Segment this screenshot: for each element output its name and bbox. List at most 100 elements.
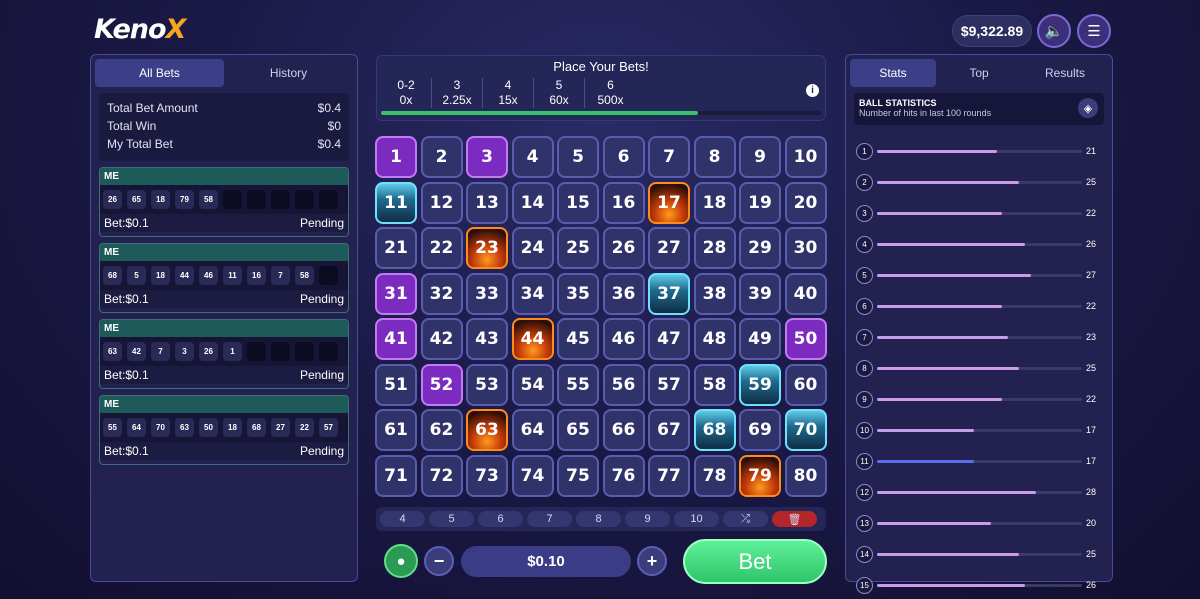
keno-cell-57[interactable]: 57: [648, 363, 690, 406]
decrease-bet-button[interactable]: −: [424, 546, 454, 576]
keno-cell-50[interactable]: 50: [784, 318, 827, 360]
sound-button[interactable]: 🔈: [1037, 14, 1071, 48]
keno-cell-58[interactable]: 58: [693, 363, 736, 406]
keno-cell-18[interactable]: 18: [693, 181, 736, 224]
keno-cell-76[interactable]: 76: [602, 454, 645, 497]
keno-cell-62[interactable]: 62: [420, 409, 463, 451]
tab-stats[interactable]: Stats: [850, 59, 936, 87]
keno-cell-39[interactable]: 39: [739, 272, 781, 315]
keno-cell-20[interactable]: 20: [784, 181, 827, 224]
keno-cell-68[interactable]: 68: [693, 409, 736, 451]
keno-cell-21[interactable]: 21: [375, 227, 417, 269]
bet-button[interactable]: Bet: [683, 539, 827, 584]
keno-cell-35[interactable]: 35: [557, 272, 599, 315]
keno-cell-55[interactable]: 55: [557, 363, 599, 406]
keno-cell-46[interactable]: 46: [602, 318, 645, 360]
keno-cell-34[interactable]: 34: [511, 272, 554, 315]
keno-cell-5[interactable]: 5: [557, 136, 599, 178]
tab-all-bets[interactable]: All Bets: [95, 59, 224, 87]
keno-cell-73[interactable]: 73: [466, 454, 508, 497]
keno-cell-9[interactable]: 9: [739, 136, 781, 178]
shuffle-icon[interactable]: ⤮: [723, 511, 768, 527]
keno-cell-52[interactable]: 52: [420, 363, 463, 406]
keno-cell-41[interactable]: 41: [375, 318, 417, 360]
keno-cell-71[interactable]: 71: [375, 454, 417, 497]
keno-cell-2[interactable]: 2: [420, 136, 463, 178]
bet-amount-input[interactable]: $0.10: [461, 546, 631, 577]
keno-cell-1[interactable]: 1: [375, 136, 417, 178]
keno-cell-67[interactable]: 67: [648, 409, 690, 451]
keno-cell-80[interactable]: 80: [784, 454, 827, 497]
keno-cell-63[interactable]: 63: [466, 409, 508, 451]
keno-cell-32[interactable]: 32: [420, 272, 463, 315]
keno-cell-25[interactable]: 25: [557, 227, 599, 269]
keno-cell-37[interactable]: 37: [648, 272, 690, 315]
keno-cell-54[interactable]: 54: [511, 363, 554, 406]
keno-cell-72[interactable]: 72: [420, 454, 463, 497]
keno-cell-26[interactable]: 26: [602, 227, 645, 269]
quick-pick-4[interactable]: 4: [380, 511, 425, 527]
keno-cell-59[interactable]: 59: [739, 363, 781, 406]
keno-cell-51[interactable]: 51: [375, 363, 417, 406]
keno-cell-79[interactable]: 79: [739, 454, 781, 497]
keno-cell-42[interactable]: 42: [420, 318, 463, 360]
keno-cell-66[interactable]: 66: [602, 409, 645, 451]
quick-pick-8[interactable]: 8: [576, 511, 621, 527]
keno-cell-47[interactable]: 47: [648, 318, 690, 360]
quick-pick-5[interactable]: 5: [429, 511, 474, 527]
keno-cell-53[interactable]: 53: [466, 363, 508, 406]
keno-cell-14[interactable]: 14: [511, 181, 554, 224]
keno-cell-7[interactable]: 7: [648, 136, 690, 178]
keno-cell-23[interactable]: 23: [466, 227, 508, 269]
keno-cell-75[interactable]: 75: [557, 454, 599, 497]
keno-cell-45[interactable]: 45: [557, 318, 599, 360]
keno-cell-12[interactable]: 12: [420, 181, 463, 224]
quick-pick-10[interactable]: 10: [674, 511, 719, 527]
keno-cell-61[interactable]: 61: [375, 409, 417, 451]
increase-bet-button[interactable]: +: [637, 546, 667, 576]
keno-cell-29[interactable]: 29: [739, 227, 781, 269]
keno-cell-30[interactable]: 30: [784, 227, 827, 269]
layers-icon[interactable]: ◈: [1078, 98, 1098, 118]
keno-cell-74[interactable]: 74: [511, 454, 554, 497]
keno-cell-48[interactable]: 48: [693, 318, 736, 360]
keno-cell-11[interactable]: 11: [375, 181, 417, 224]
keno-cell-38[interactable]: 38: [693, 272, 736, 315]
keno-cell-28[interactable]: 28: [693, 227, 736, 269]
keno-cell-22[interactable]: 22: [420, 227, 463, 269]
info-icon[interactable]: i: [806, 84, 819, 97]
trash-icon[interactable]: 🗑: [772, 511, 817, 527]
tab-history[interactable]: History: [224, 59, 353, 87]
keno-cell-40[interactable]: 40: [784, 272, 827, 315]
quick-pick-9[interactable]: 9: [625, 511, 670, 527]
tab-top[interactable]: Top: [936, 59, 1022, 87]
keno-cell-10[interactable]: 10: [784, 136, 827, 178]
keno-cell-13[interactable]: 13: [466, 181, 508, 224]
keno-cell-24[interactable]: 24: [511, 227, 554, 269]
keno-cell-64[interactable]: 64: [511, 409, 554, 451]
keno-cell-3[interactable]: 3: [466, 136, 508, 178]
keno-cell-19[interactable]: 19: [739, 181, 781, 224]
keno-cell-31[interactable]: 31: [375, 272, 417, 315]
keno-cell-6[interactable]: 6: [602, 136, 645, 178]
keno-cell-49[interactable]: 49: [739, 318, 781, 360]
keno-cell-77[interactable]: 77: [648, 454, 690, 497]
keno-cell-33[interactable]: 33: [466, 272, 508, 315]
keno-cell-4[interactable]: 4: [511, 136, 554, 178]
menu-button[interactable]: ☰: [1077, 14, 1111, 48]
keno-cell-56[interactable]: 56: [602, 363, 645, 406]
keno-cell-70[interactable]: 70: [784, 409, 827, 451]
keno-cell-60[interactable]: 60: [784, 363, 827, 406]
keno-cell-36[interactable]: 36: [602, 272, 645, 315]
keno-cell-15[interactable]: 15: [557, 181, 599, 224]
quick-pick-7[interactable]: 7: [527, 511, 572, 527]
keno-cell-16[interactable]: 16: [602, 181, 645, 224]
keno-cell-65[interactable]: 65: [557, 409, 599, 451]
keno-cell-43[interactable]: 43: [466, 318, 508, 360]
chips-button[interactable]: ●: [384, 544, 418, 578]
quick-pick-6[interactable]: 6: [478, 511, 523, 527]
keno-cell-8[interactable]: 8: [693, 136, 736, 178]
tab-results[interactable]: Results: [1022, 59, 1108, 87]
keno-cell-69[interactable]: 69: [739, 409, 781, 451]
keno-cell-78[interactable]: 78: [693, 454, 736, 497]
